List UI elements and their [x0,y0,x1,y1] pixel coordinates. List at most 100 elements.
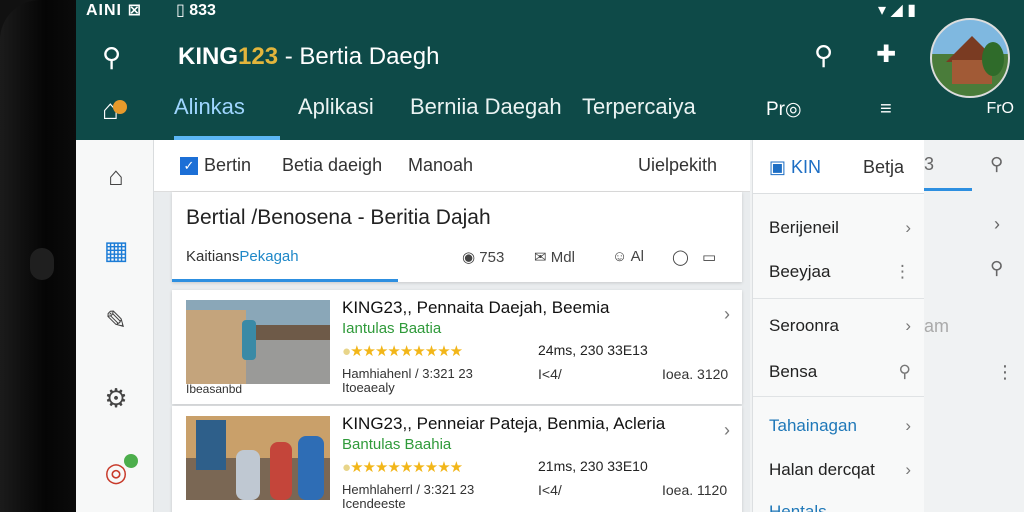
home-icon[interactable]: ⌂ [102,94,127,126]
screen-icon[interactable]: ▭ [702,248,716,266]
search-icon[interactable]: ⚲ [990,154,1003,175]
divider [753,298,925,299]
heading-subtitle[interactable]: KaitiansPekagah [186,248,299,265]
news-subtitle: Iantulas Baatia [342,320,442,337]
side-item[interactable]: Berijeneil › [769,218,915,238]
side-item[interactable]: Seroonra › [769,316,915,336]
search-icon[interactable]: ⚲ [102,42,121,73]
chevron-right-icon[interactable]: › [724,304,730,325]
user-add-icon[interactable]: ✚ [876,40,896,69]
left-navigation: ⌂ ▦ ✎ ⚙ ◎ [76,140,154,512]
side-item[interactable]: Halan dercqat › [769,460,915,480]
home-nav-icon[interactable]: ⌂ [100,160,132,192]
main-content: ✓ Bertin Betia daeigh Manoah Uielpekith … [154,140,750,512]
news-meta-right: Ioea. 3120 [662,366,729,382]
checkbox-icon[interactable]: ✓ [180,157,198,175]
news-meta-1: Hamhiahenl / 3:321 23 [342,366,473,381]
phone-bezel [0,0,76,512]
status-bar: AINI ⊠ ▯ 833 ▾ ◢ ▮ [76,0,1024,22]
edit-nav-icon[interactable]: ✎ [100,304,132,336]
views-meta: ◉ 753 [462,249,505,266]
badge-dot [124,454,138,468]
cube-icon: ▣ [769,157,787,177]
list-item[interactable]: Ibeasanbd KING23,, Pennaita Daejah, Beem… [172,290,742,404]
breadcrumb: ✓ Bertin Betia daeigh Manoah Uielpekith [154,140,750,192]
grid-nav-icon[interactable]: ▦ [100,234,132,266]
tab-berniia-daegah[interactable]: Berniia Daegah [410,94,562,120]
pro-button[interactable]: Pr◎ [766,98,802,121]
news-meta-mid: I<4/ [538,366,562,382]
secondary-panel: 3 ⚲ › ⚲ am ⋮ [924,140,1024,512]
news-meta-right: Ioea. 1120 [662,482,728,498]
more-vertical-icon: ⋮ [894,262,911,281]
search-icon-right[interactable]: ⚲ [814,40,833,71]
thumbnail-caption: Ibeasanbd [186,382,243,396]
chevron-right-icon: › [905,316,911,335]
mail-meta[interactable]: ✉ Mdl [534,248,575,266]
device-frame: AINI ⊠ ▯ 833 ▾ ◢ ▮ ⚲ KING123 - Bertia Da… [0,0,1024,512]
side-item[interactable]: Beeyjaa ⋮ [769,262,915,282]
divider [753,396,925,397]
tag-icon[interactable]: ◯ [672,248,689,266]
rating-dot-icon: ● [342,459,351,476]
news-date: 21ms, 230 33E10 [538,458,648,474]
app-bar: AINI ⊠ ▯ 833 ▾ ◢ ▮ ⚲ KING123 - Bertia Da… [76,0,1024,140]
search-icon: ⚲ [898,362,911,381]
notification-dot [112,100,127,114]
list-item[interactable]: KING23,, Penneiar Pateja, Benmia, Acleri… [172,406,742,512]
news-title[interactable]: KING23,, Penneiar Pateja, Benmia, Acleri… [342,414,665,434]
rating-dot-icon: ● [342,343,351,360]
panel-edge-glyph: 3 [924,154,935,174]
news-date: 24ms, 230 33E13 [538,342,648,358]
battery-status: ▾ ◢ ▮ [877,2,916,19]
camera [30,248,54,280]
app-title: KING123 - Bertia Daegh [178,43,440,70]
more-vertical-icon[interactable]: ⋮ [996,362,1014,383]
panel-text: am [924,316,950,336]
side-item[interactable]: Hentals [769,502,915,512]
side-panel-header: ▣ KIN Betja [753,140,925,194]
news-subtitle: Bantulas Baahia [342,436,452,453]
chevron-right-icon[interactable]: › [724,420,730,441]
news-thumbnail[interactable] [186,416,330,500]
breadcrumb-item[interactable]: Uielpekith [638,155,717,176]
menu-icon[interactable]: ≡ [880,98,892,121]
news-meta-1: Hemhlaherrl / 3:321 23 [342,482,475,497]
news-meta-mid: I<4/ [538,482,562,498]
user-icon: ☺ [612,248,628,265]
news-thumbnail[interactable] [186,300,330,384]
side-item[interactable]: Bensa ⚲ [769,362,915,382]
side-tab-betja[interactable]: Betja [863,157,904,178]
heading-card: Bertial /Benosena - Beritia Dajah Kaitia… [172,192,742,282]
tab-terpercaiya[interactable]: Terpercaiya [582,94,696,120]
signal-status: AINI ⊠ [86,2,142,19]
settings-gear-icon[interactable]: ⚙ [100,382,132,414]
eye-icon: ◉ [462,249,476,266]
chevron-right-icon: › [905,460,911,479]
side-item[interactable]: Tahainagan › [769,416,915,436]
chevron-right-icon: › [905,218,911,237]
tab-aplikasi[interactable]: Aplikasi [298,94,374,120]
star-rating: ●★★★★★★★★★ [342,459,463,476]
app-screen: AINI ⊠ ▯ 833 ▾ ◢ ▮ ⚲ KING123 - Bertia Da… [76,0,1024,512]
breadcrumb-item[interactable]: Manoah [408,155,473,176]
news-meta-2: Itoeaealy [342,380,395,395]
star-rating: ●★★★★★★★★★ [342,343,463,360]
clock: ▯ 833 [176,2,216,19]
search-icon[interactable]: ⚲ [990,258,1003,279]
tab-alinkas[interactable]: Alinkas [174,94,245,120]
news-title[interactable]: KING23,, Pennaita Daejah, Beemia [342,298,609,318]
side-tab-kin[interactable]: ▣ KIN [769,157,821,178]
tab-indicator [924,188,972,191]
avatar[interactable] [930,18,1010,98]
chevron-right-icon: › [905,416,911,435]
subtitle-underline [172,279,398,282]
chevron-right-icon[interactable]: › [994,214,1000,235]
corner-label: FrO [986,100,1014,117]
page-title: Bertial /Benosena - Beritia Dajah [186,206,491,229]
news-meta-2: Icendeeste [342,496,406,511]
target-icon[interactable]: ◎ [100,454,138,488]
breadcrumb-item[interactable]: Betia daeigh [282,155,382,176]
breadcrumb-item[interactable]: Bertin [204,155,251,176]
user-meta[interactable]: ☺ Al [612,248,644,265]
